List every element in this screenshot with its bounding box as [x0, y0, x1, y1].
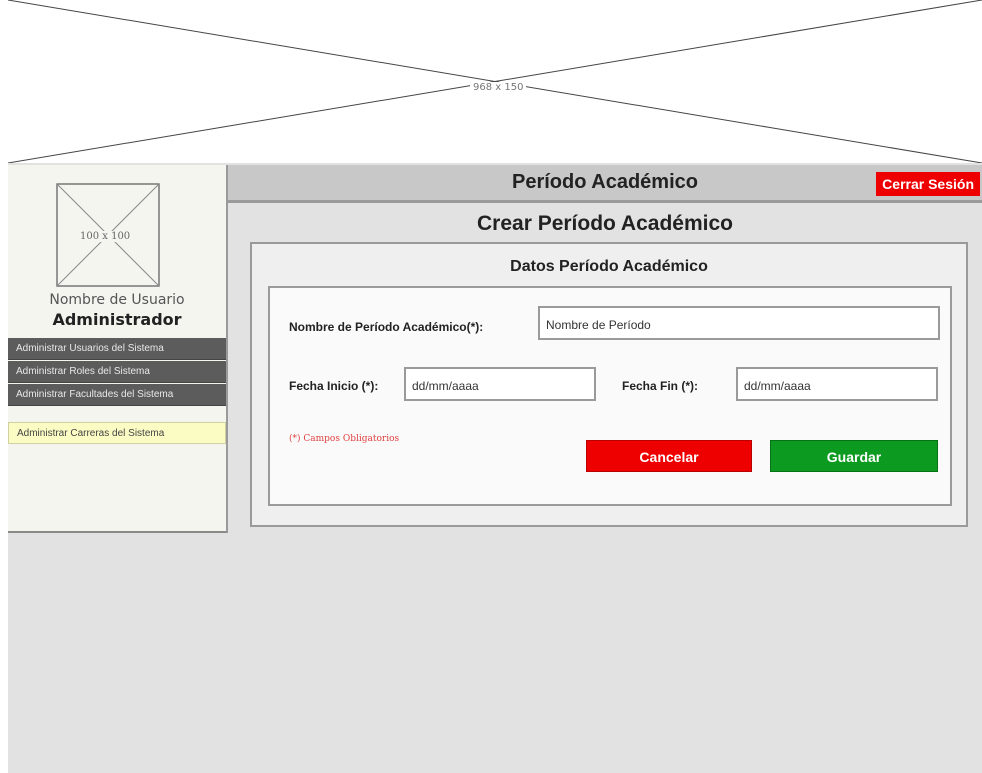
- cancel-button[interactable]: Cancelar: [586, 440, 752, 472]
- sidebar-item-users[interactable]: Administrar Usuarios del Sistema: [8, 338, 226, 360]
- user-role: Administrador: [52, 310, 182, 329]
- page-title: Crear Período Académico: [477, 212, 733, 235]
- required-fields-note: (*) Campos Obligatorios: [289, 434, 400, 444]
- header-title: Período Académico: [512, 171, 698, 193]
- form-panel: Datos Período Académico Nombre de Períod…: [250, 242, 968, 527]
- end-date-input[interactable]: dd/mm/aaaa: [736, 367, 938, 401]
- sidebar-item-faculties[interactable]: Administrar Facultades del Sistema: [8, 384, 226, 406]
- sidebar-item-careers[interactable]: Administrar Carreras del Sistema: [8, 422, 226, 444]
- header-bar: Período Académico Cerrar Sesión: [228, 165, 982, 203]
- user-name: Nombre de Usuario: [49, 292, 185, 308]
- end-date-label: Fecha Fin (*):: [622, 379, 699, 393]
- sidebar: 100 x 100 Nombre de Usuario Administrado…: [8, 165, 228, 533]
- banner-image-placeholder: 968 x 150: [8, 0, 982, 163]
- start-date-label: Fecha Inicio (*):: [289, 379, 379, 393]
- form-fieldset: Nombre de Período Académico(*): Nombre d…: [268, 286, 952, 506]
- avatar-size-label: 100 x 100: [78, 231, 133, 242]
- period-name-label: Nombre de Período Académico(*):: [289, 320, 484, 334]
- period-name-input[interactable]: Nombre de Período: [538, 306, 940, 340]
- start-date-input[interactable]: dd/mm/aaaa: [404, 367, 596, 401]
- save-button[interactable]: Guardar: [770, 440, 938, 472]
- banner-size-label: 968 x 150: [470, 82, 527, 93]
- logout-button[interactable]: Cerrar Sesión: [876, 172, 980, 196]
- panel-title: Datos Período Académico: [510, 258, 708, 275]
- sidebar-item-roles[interactable]: Administrar Roles del Sistema: [8, 361, 226, 383]
